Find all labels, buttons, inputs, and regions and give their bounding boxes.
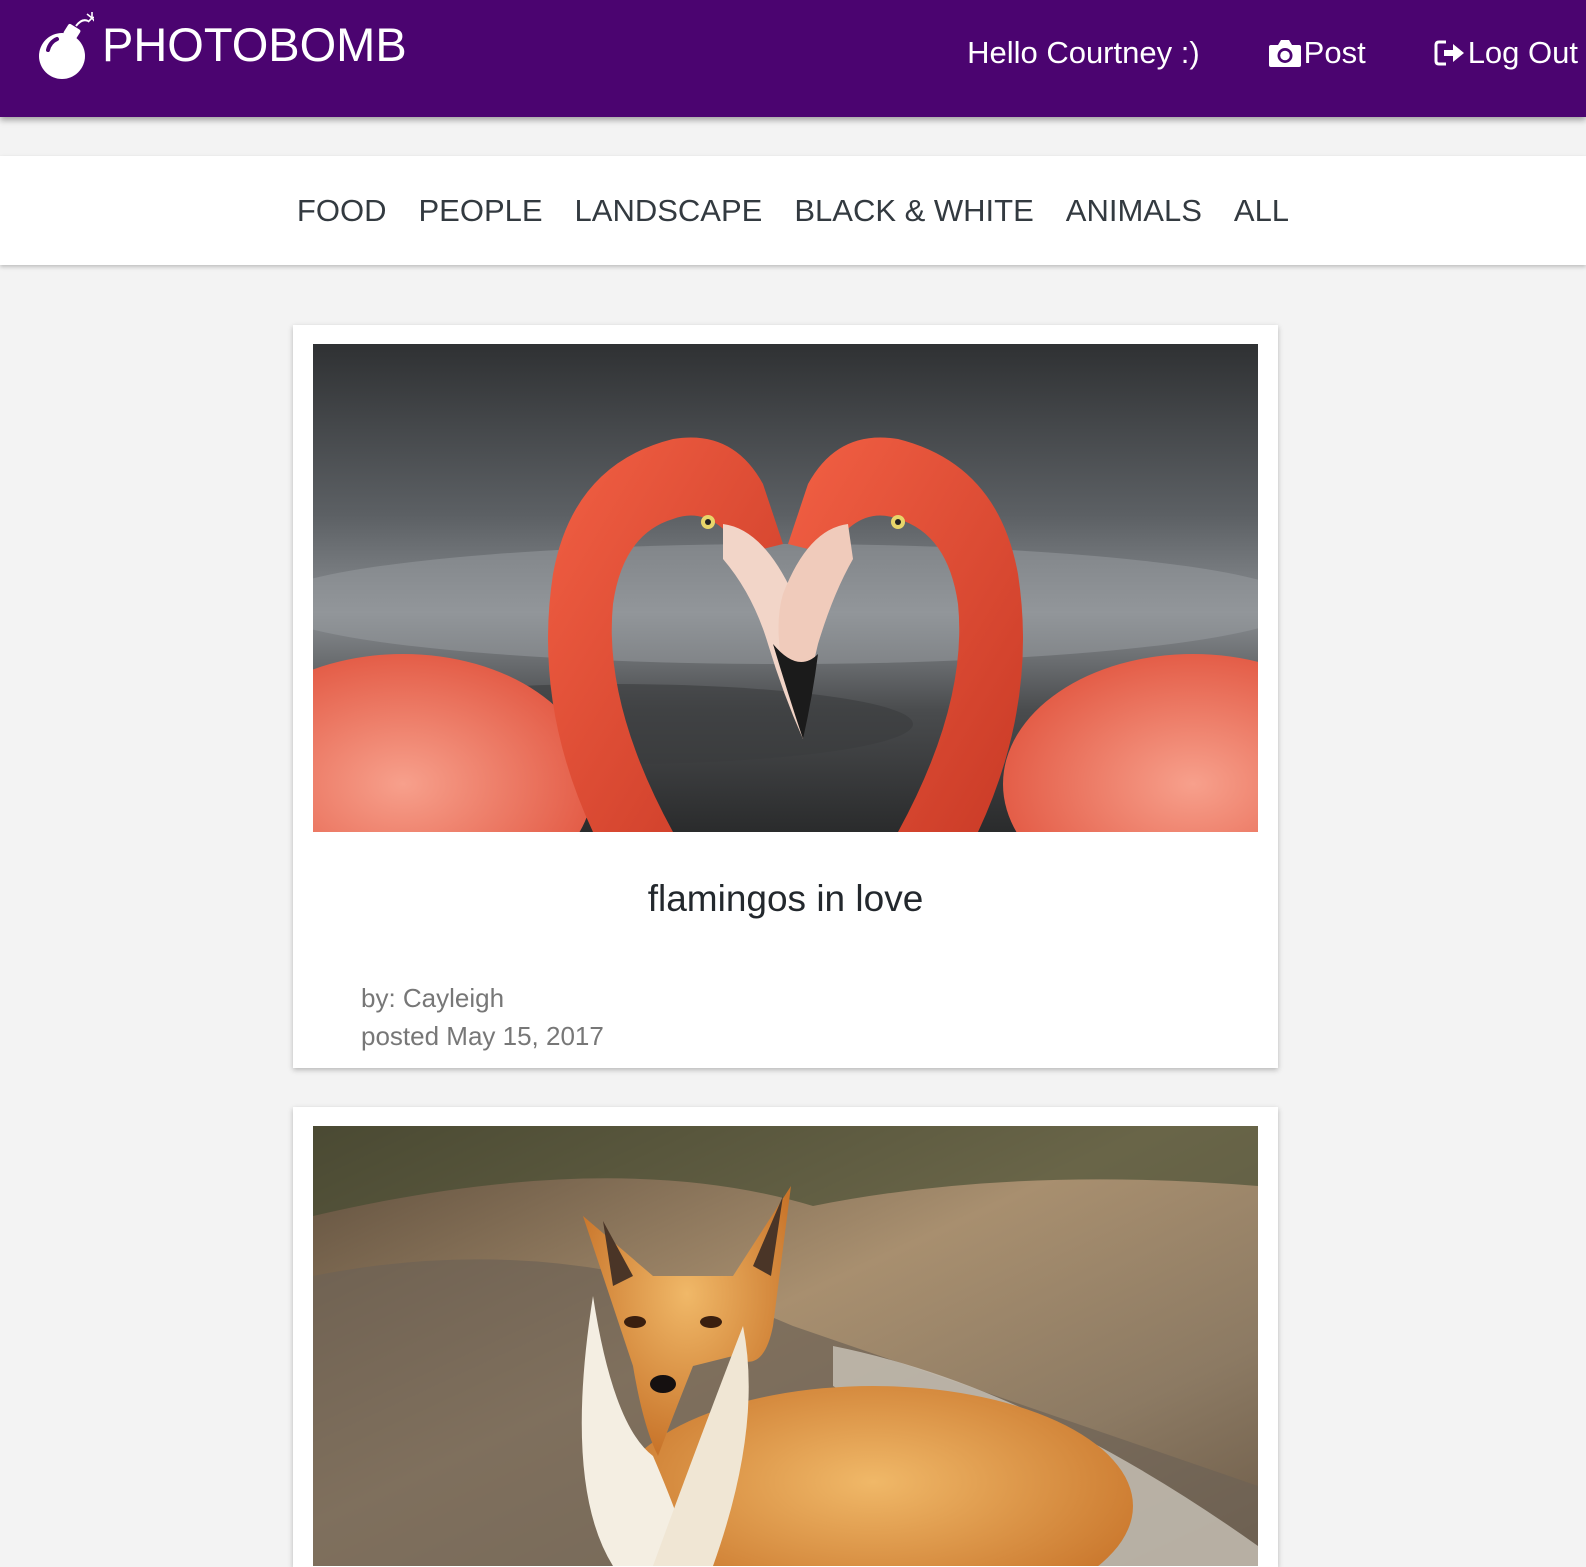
- post-photo-fox[interactable]: [313, 1126, 1258, 1566]
- user-greeting: Hello Courtney :): [967, 34, 1200, 70]
- category-animals[interactable]: ANIMALS: [1066, 193, 1202, 229]
- post-author: by: Cayleigh: [361, 983, 505, 1013]
- category-people[interactable]: PEOPLE: [418, 193, 542, 229]
- post-label: Post: [1303, 34, 1366, 70]
- post-photo-flamingos[interactable]: [313, 344, 1258, 832]
- bomb-icon: [39, 12, 94, 79]
- logout-button[interactable]: Log Out: [1434, 35, 1578, 71]
- category-food[interactable]: FOOD: [297, 193, 387, 229]
- brand-logo[interactable]: PHOTOBOMB: [36, 12, 407, 82]
- category-black-white[interactable]: BLACK & WHITE: [794, 193, 1033, 229]
- post-card: flamingos in love by: Cayleigh posted Ma…: [293, 325, 1278, 1068]
- category-landscape[interactable]: LANDSCAPE: [575, 193, 763, 229]
- fox-photo: [313, 1126, 1258, 1566]
- flamingo-photo: [313, 344, 1258, 832]
- top-navbar: PHOTOBOMB Hello Courtney :) Post Log Out: [0, 0, 1586, 117]
- post-title: flamingos in love: [647, 878, 924, 919]
- post-date: posted May 15, 2017: [361, 1021, 604, 1051]
- post-meta: by: Cayleigh posted May 15, 2017: [361, 979, 1258, 1055]
- category-nav: FOOD PEOPLE LANDSCAPE BLACK & WHITE ANIM…: [0, 156, 1586, 265]
- user-nav: Hello Courtney :) Post Log Out: [967, 0, 1586, 105]
- post-card: [293, 1107, 1278, 1567]
- logout-label: Log Out: [1467, 34, 1578, 70]
- sign-out-icon: [1434, 40, 1464, 65]
- camera-icon: [1268, 39, 1301, 67]
- category-all[interactable]: ALL: [1234, 193, 1289, 229]
- brand-name: PHOTOBOMB: [102, 17, 407, 71]
- post-button[interactable]: Post: [1268, 35, 1366, 71]
